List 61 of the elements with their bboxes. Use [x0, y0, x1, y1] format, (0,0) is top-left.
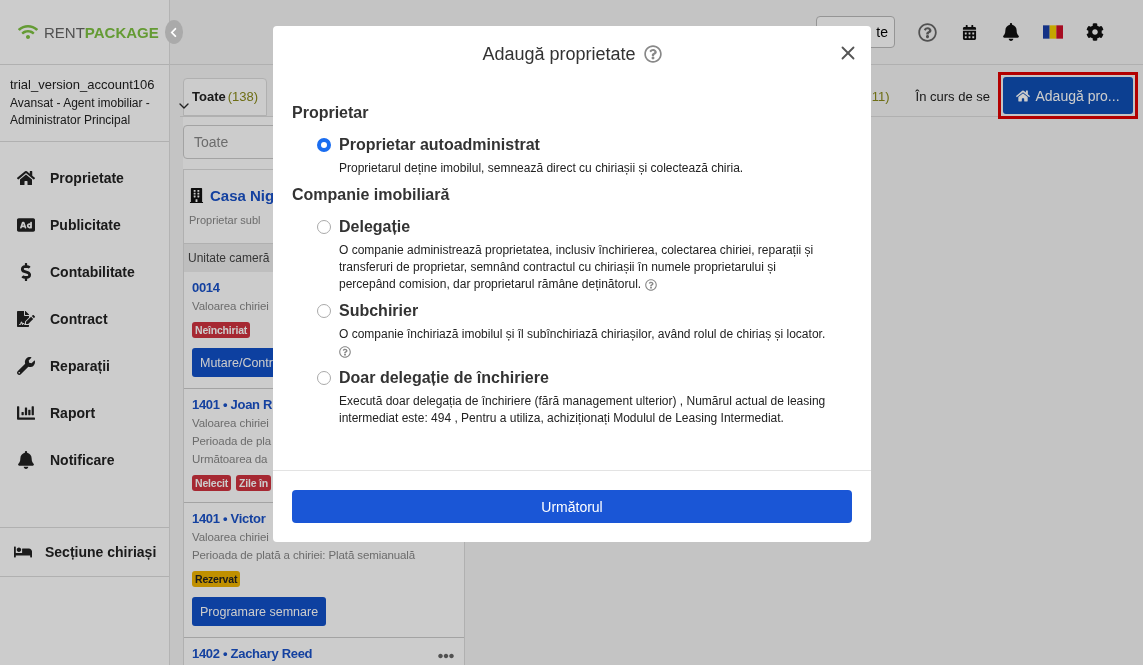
option-description: Proprietarul deține imobilul, semnează direct cu chiriașii și colectează chiria.: [338, 160, 745, 177]
option-label[interactable]: Doar delegație de închiriere: [339, 369, 549, 387]
option-label[interactable]: Subchirier: [339, 302, 419, 320]
nav-item[interactable]: Reparații: [0, 342, 169, 389]
radio-button[interactable]: [317, 304, 331, 318]
unit-title[interactable]: 1401 • Victor: [192, 511, 266, 526]
wrench-icon: [16, 356, 36, 375]
bell-icon: [16, 450, 36, 469]
group-heading: Companie imobiliară: [292, 186, 451, 204]
tenant-section-link[interactable]: Secțiune chiriași: [0, 527, 169, 577]
radio-button[interactable]: [317, 220, 331, 234]
logo-text: PACKAGE: [84, 23, 159, 41]
group-heading: Proprietar: [292, 104, 370, 122]
home-icon: [16, 168, 36, 187]
account-role: Avansat - Agent imobiliar - Administrator Principal: [10, 95, 151, 129]
nav-item[interactable]: Contabilitate: [0, 248, 169, 295]
unit-detail: Perioada de plată a chiriei: Plată semianuală: [192, 548, 416, 562]
unit-title[interactable]: 1402 • Zachary Reed: [192, 646, 313, 661]
next-button[interactable]: Următorul: [292, 490, 852, 523]
radio-button[interactable]: [317, 371, 331, 385]
ad-icon: [16, 215, 36, 234]
action-button[interactable]: Programare semnare: [192, 597, 327, 626]
bell-icon[interactable]: [1001, 23, 1021, 41]
status-badge: Nelecit: [192, 475, 232, 491]
option-label[interactable]: Proprietar autoadministrat: [339, 136, 540, 154]
unit-title[interactable]: 1401 • Joan R: [192, 397, 273, 412]
status-badge: Zile în: [236, 475, 271, 491]
unit-detail: Valoarea chiriei: [192, 299, 269, 313]
dialog-title: Adaugă proprietate: [482, 43, 636, 65]
radio-button[interactable]: [317, 138, 331, 152]
nav-item[interactable]: Notificare: [0, 436, 169, 483]
home-icon: [1016, 88, 1031, 103]
nav-item[interactable]: Contract: [0, 295, 169, 342]
nav-item[interactable]: Proprietate: [0, 154, 169, 201]
unit-detail: Valoarea chiriei: [192, 416, 269, 430]
document-pen-icon: [16, 309, 36, 328]
help-icon[interactable]: [643, 45, 662, 63]
nav-item[interactable]: Raport: [0, 389, 169, 436]
help-icon[interactable]: [644, 278, 657, 291]
settings-icon[interactable]: [1085, 23, 1105, 41]
help-icon[interactable]: [339, 345, 351, 358]
flag-icon[interactable]: [1043, 25, 1063, 39]
unit-detail: Valoarea chiriei: [192, 530, 269, 544]
status-badge: Rezervat: [192, 571, 241, 587]
building-icon: [189, 188, 204, 203]
status-badge: Neînchiriat: [192, 322, 251, 338]
nav-item[interactable]: Publicitate: [0, 201, 169, 248]
tab[interactable]: Toate(138): [183, 77, 268, 116]
option-description: Execută doar delegația de închiriere (fără management ulterior) , Numărul actual de leasing intermediat este: 494 , Pentru a utiliza, achiziționați Modulul de Leasing Intermediat.: [338, 393, 827, 427]
add-property-button[interactable]: Adaugă pro...: [1003, 77, 1133, 114]
property-subtitle: Proprietar subl: [189, 214, 261, 226]
bar-chart-icon: [16, 403, 36, 422]
unit-title[interactable]: 0014: [192, 280, 220, 295]
option-label[interactable]: Delegație: [339, 218, 411, 236]
logo-text: RENT: [44, 23, 85, 41]
account-name: trial_version_account106: [10, 77, 156, 92]
unit-detail: Perioada de pla: [192, 434, 272, 448]
property-title[interactable]: Casa Nig: [210, 187, 275, 204]
unit-detail: Următoarea da: [192, 452, 268, 466]
option-description: O companie închiriază imobilul și îl subînchiriază chiriașilor, având rolul de chiriaș și locator.: [317, 326, 829, 360]
help-icon[interactable]: [917, 22, 937, 42]
